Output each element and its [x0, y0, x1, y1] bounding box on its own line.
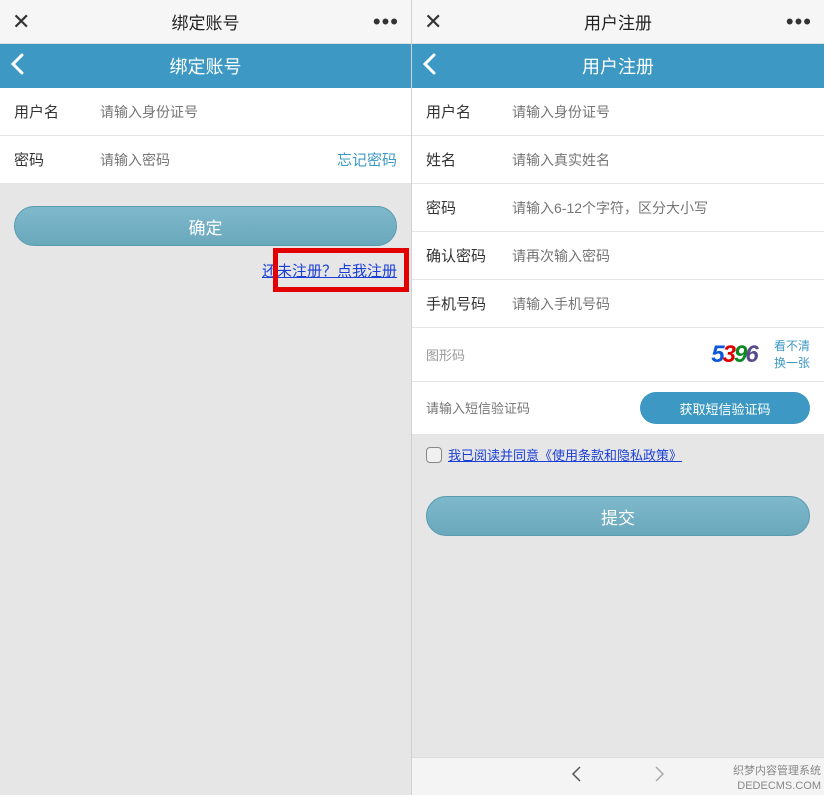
- username-input[interactable]: [100, 104, 397, 120]
- password-input[interactable]: [512, 200, 810, 216]
- phone-label: 手机号码: [426, 293, 512, 314]
- get-sms-button[interactable]: 获取短信验证码: [640, 392, 810, 424]
- submit-button-label: 提交: [601, 504, 635, 529]
- submit-button[interactable]: 提交: [426, 496, 810, 536]
- password-label: 密码: [14, 149, 100, 170]
- get-sms-button-label: 获取短信验证码: [679, 399, 770, 418]
- subheader: 用户注册: [412, 44, 824, 88]
- username-label: 用户名: [426, 101, 512, 122]
- phone-input[interactable]: [512, 296, 810, 312]
- footer-watermark: 织梦内容管理系统 DEDECMS.COM: [733, 764, 821, 793]
- titlebar-title: 用户注册: [584, 9, 652, 34]
- username-input[interactable]: [512, 104, 810, 120]
- confirm-button-label: 确定: [189, 214, 223, 239]
- close-icon[interactable]: ✕: [12, 9, 42, 35]
- footer-line2: DEDECMS.COM: [733, 779, 821, 793]
- back-icon[interactable]: [10, 53, 24, 80]
- agree-terms-link[interactable]: 我已阅读并同意《使用条款和隐私政策》: [448, 445, 682, 464]
- register-link[interactable]: 还未注册？点我注册: [262, 263, 397, 280]
- password-label: 密码: [426, 197, 512, 218]
- captcha-cant-see[interactable]: 看不清: [774, 338, 810, 355]
- sms-code-input[interactable]: [426, 401, 640, 416]
- captcha-label: 图形码: [426, 345, 484, 364]
- nav-forward-icon[interactable]: [653, 765, 667, 789]
- close-icon[interactable]: ✕: [424, 9, 454, 35]
- footer-line1: 织梦内容管理系统: [733, 764, 821, 778]
- subheader-title: 绑定账号: [0, 53, 411, 79]
- name-label: 姓名: [426, 149, 512, 170]
- agree-checkbox[interactable]: [426, 447, 442, 463]
- confirm-password-input[interactable]: [512, 248, 810, 264]
- username-label: 用户名: [14, 101, 100, 122]
- subheader-title: 用户注册: [412, 53, 824, 79]
- subheader: 绑定账号: [0, 44, 411, 88]
- password-input[interactable]: [100, 152, 337, 168]
- forgot-password-link[interactable]: 忘记密码: [337, 149, 397, 170]
- titlebar-title: 绑定账号: [172, 9, 240, 34]
- captcha-refresh[interactable]: 换一张: [774, 355, 810, 372]
- confirm-password-label: 确认密码: [426, 245, 512, 266]
- name-input[interactable]: [512, 152, 810, 168]
- more-icon[interactable]: •••: [782, 9, 812, 35]
- more-icon[interactable]: •••: [369, 9, 399, 35]
- captcha-image: 5396: [698, 339, 770, 371]
- back-icon[interactable]: [422, 53, 436, 80]
- confirm-button[interactable]: 确定: [14, 206, 397, 246]
- nav-back-icon[interactable]: [569, 765, 583, 789]
